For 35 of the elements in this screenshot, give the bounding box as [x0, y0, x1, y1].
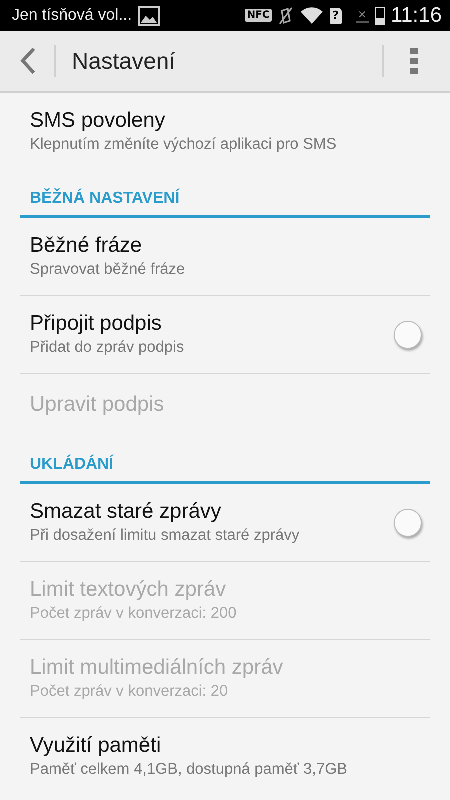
- item-subtitle: Paměť celkem 4,1GB, dostupná paměť 3,7GB: [30, 761, 348, 779]
- picture-icon: [138, 6, 160, 26]
- settings-item[interactable]: Smazat staré zprávy Při dosažení limitu smazat staré zprávy: [20, 484, 430, 562]
- item-title: Využití paměti: [30, 734, 162, 758]
- toggle-circle[interactable]: [394, 508, 422, 536]
- item-title: SMS povoleny: [30, 109, 166, 133]
- nfc-icon: NFC: [245, 9, 272, 22]
- item-title: Limit multimediálních zpráv: [30, 656, 284, 680]
- item-title: Limit textových zpráv: [30, 578, 228, 602]
- menu-icon: [410, 48, 418, 74]
- item-subtitle: Při dosažení limitu smazat staré zprávy: [30, 527, 301, 545]
- item-subtitle: Klepnutím změníte výchozí aplikaci pro SMS: [30, 136, 338, 154]
- screen-title: Nastavení: [71, 48, 177, 74]
- notification-text: Jen tísňová vol...: [12, 6, 132, 24]
- item-title: Připojit podpis: [30, 312, 163, 336]
- settings-item[interactable]: Připojit podpis Přidat do zpráv podpis: [20, 296, 430, 374]
- item-subtitle: Spravovat běžné fráze: [30, 261, 186, 279]
- item-title: Upravit podpis: [30, 393, 166, 417]
- settings-item[interactable]: SMS povoleny Klepnutím změníte výchozí aplikaci pro SMS: [20, 93, 430, 170]
- clock: 11:16: [391, 4, 442, 28]
- item-subtitle: Počet zpráv v konverzaci: 200: [30, 605, 238, 623]
- section-header: UKLÁDÁNÍ: [20, 436, 430, 484]
- item-title: Běžné fráze: [30, 234, 144, 258]
- settings-item[interactable]: Využití paměti Paměť celkem 4,1GB, dostupná paměť 3,7GB: [20, 718, 430, 795]
- wifi-icon: [300, 6, 324, 26]
- item-subtitle: Počet zpráv v konverzaci: 20: [30, 683, 230, 701]
- settings-item[interactable]: Běžné fráze Spravovat běžné fráze: [20, 218, 430, 296]
- back-icon: [20, 47, 36, 75]
- toggle-circle[interactable]: [394, 320, 422, 348]
- section-header: BĚŽNÁ NASTAVENÍ: [20, 170, 430, 218]
- item-subtitle: Přidat do zpráv podpis: [30, 339, 186, 357]
- item-title: Smazat staré zprávy: [30, 500, 222, 524]
- battery-icon: [375, 6, 385, 24]
- sim-icon: ?: [330, 8, 342, 24]
- vibrate-off-icon: [278, 6, 294, 26]
